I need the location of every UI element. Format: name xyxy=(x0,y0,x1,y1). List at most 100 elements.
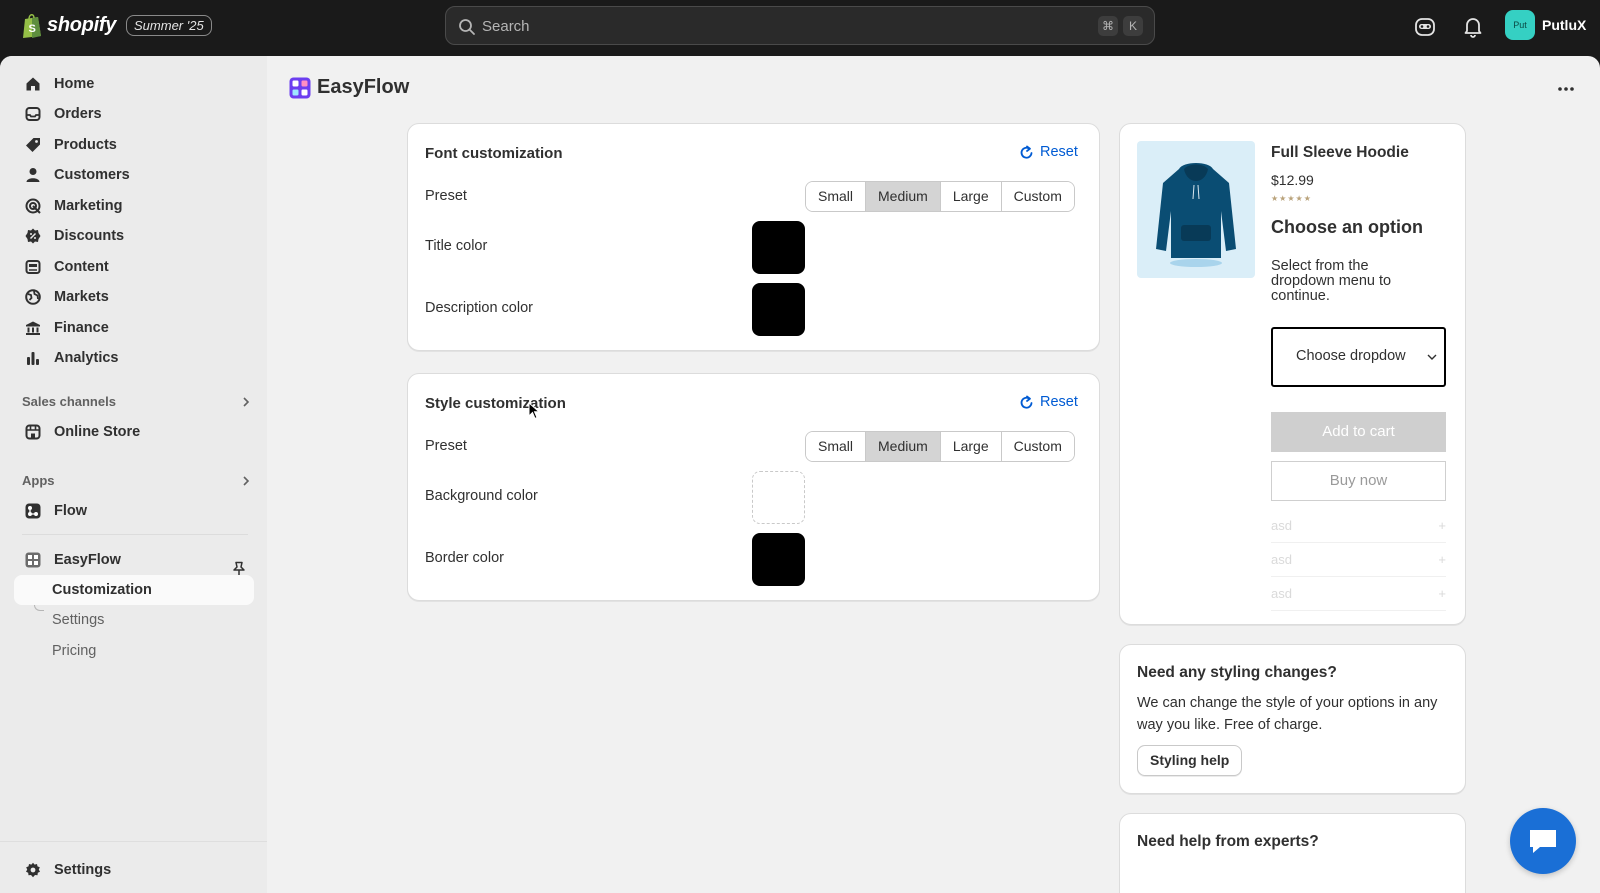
sidebar-item-easyflow[interactable]: EasyFlow xyxy=(14,545,254,575)
sales-channels-header[interactable]: Sales channels xyxy=(22,394,252,409)
user-name: PutluX xyxy=(1542,17,1587,33)
flow-app-icon xyxy=(24,502,42,520)
gear-icon xyxy=(24,861,42,879)
preset-label: Preset xyxy=(425,438,467,454)
mouse-cursor-icon xyxy=(528,402,540,420)
reset-label: Reset xyxy=(1040,394,1078,410)
top-bar: S shopify Summer '25 Search ⌘ K Put Putl… xyxy=(0,0,1600,56)
description-color-swatch[interactable] xyxy=(752,283,805,336)
user-menu[interactable]: Put PutluX xyxy=(1505,10,1586,40)
shopify-bag-icon: S xyxy=(23,14,41,38)
sidebar-item-customers[interactable]: Customers xyxy=(14,160,254,190)
accordion-label: asd xyxy=(1271,552,1292,567)
preset-medium-button[interactable]: Medium xyxy=(866,432,941,461)
admin-shell: Home Orders Products Customers Marketing… xyxy=(0,56,1600,893)
section-label: Apps xyxy=(22,473,55,488)
background-color-swatch[interactable] xyxy=(752,471,805,524)
border-color-swatch[interactable] xyxy=(752,533,805,586)
sidebar-item-settings-sub[interactable]: Settings xyxy=(14,605,254,635)
more-actions-icon[interactable] xyxy=(1557,86,1575,92)
sidebar-item-label: EasyFlow xyxy=(54,552,121,568)
title-color-swatch[interactable] xyxy=(752,221,805,274)
chevron-right-icon xyxy=(243,396,250,407)
search-icon xyxy=(459,19,475,35)
sidebar-item-flow[interactable]: Flow xyxy=(14,496,254,526)
sidebar-item-analytics[interactable]: Analytics xyxy=(14,343,254,373)
dropdown-value: Choose dropdown xyxy=(1296,348,1406,364)
preset-custom-button[interactable]: Custom xyxy=(1001,432,1074,461)
sidebar-item-online-store[interactable]: Online Store xyxy=(14,417,254,447)
edition-badge[interactable]: Summer '25 xyxy=(126,14,212,36)
svg-text:S: S xyxy=(29,23,36,35)
product-title: Full Sleeve Hoodie xyxy=(1271,144,1409,161)
globe-icon xyxy=(24,288,42,306)
chat-icon xyxy=(1530,830,1556,853)
bell-icon[interactable] xyxy=(1463,16,1483,38)
experts-title: Need help from experts? xyxy=(1137,833,1319,850)
preset-small-button[interactable]: Small xyxy=(806,182,867,211)
sidebar-item-label: Online Store xyxy=(54,424,141,440)
add-to-cart-button[interactable]: Add to cart xyxy=(1271,412,1446,452)
preset-large-button[interactable]: Large xyxy=(940,432,1002,461)
style-reset-button[interactable]: Reset xyxy=(1019,394,1078,410)
reset-label: Reset xyxy=(1040,144,1078,160)
preset-custom-button[interactable]: Custom xyxy=(1001,182,1074,211)
plus-icon: + xyxy=(1438,586,1446,601)
shortcut-k-key: K xyxy=(1123,16,1143,36)
accordion-row[interactable]: asd + xyxy=(1271,543,1446,577)
chat-button[interactable] xyxy=(1510,808,1576,874)
bank-icon xyxy=(24,319,42,337)
hoodie-image xyxy=(1156,163,1236,267)
option-description: Select from the dropdown menu to continu… xyxy=(1271,258,1392,304)
sidebar-item-discounts[interactable]: Discounts xyxy=(14,221,254,251)
section-label: Sales channels xyxy=(22,394,116,409)
option-dropdown[interactable]: Choose dropdown xyxy=(1271,327,1446,387)
font-customization-card: Font customization Reset Preset Small Me… xyxy=(407,123,1100,351)
preset-small-button[interactable]: Small xyxy=(806,432,867,461)
accordion-row[interactable]: asd + xyxy=(1271,577,1446,611)
preset-large-button[interactable]: Large xyxy=(940,182,1002,211)
plus-icon: + xyxy=(1438,552,1446,567)
shortcut-cmd-key: ⌘ xyxy=(1098,16,1118,36)
buy-now-button[interactable]: Buy now xyxy=(1271,461,1446,501)
sidebar-item-orders[interactable]: Orders xyxy=(14,99,254,129)
apps-header[interactable]: Apps xyxy=(22,473,252,488)
sidebar-item-label: Products xyxy=(54,137,117,153)
sidebar-item-label: Marketing xyxy=(54,198,123,214)
help-title: Need any styling changes? xyxy=(1137,664,1337,681)
orders-icon xyxy=(24,105,42,123)
content-icon xyxy=(24,258,42,276)
sidebar-item-label: Analytics xyxy=(54,350,119,366)
sidebar-item-home[interactable]: Home xyxy=(14,69,254,99)
sidebar-item-label: Content xyxy=(54,259,109,275)
discount-icon xyxy=(24,227,42,245)
sidekick-icon[interactable] xyxy=(1414,16,1436,38)
font-preset-selector: Small Medium Large Custom xyxy=(805,181,1075,212)
shopify-logo[interactable]: S shopify Summer '25 xyxy=(22,12,212,38)
search-bar[interactable]: Search ⌘ K xyxy=(445,6,1155,45)
avatar: Put xyxy=(1505,10,1535,40)
sidebar-divider xyxy=(22,534,248,535)
sidebar-item-settings[interactable]: Settings xyxy=(14,855,254,885)
preset-label: Preset xyxy=(425,188,467,204)
sidebar-item-label: Finance xyxy=(54,320,109,336)
accordion-row[interactable]: asd + xyxy=(1271,509,1446,543)
product-image xyxy=(1137,141,1255,278)
sidebar-item-content[interactable]: Content xyxy=(14,252,254,282)
style-preset-selector: Small Medium Large Custom xyxy=(805,431,1075,462)
sidebar-item-pricing[interactable]: Pricing xyxy=(14,636,254,666)
preset-medium-button[interactable]: Medium xyxy=(866,182,941,211)
experts-help-card: Need help from experts? xyxy=(1119,813,1466,893)
sidebar-item-products[interactable]: Products xyxy=(14,130,254,160)
sidebar-item-finance[interactable]: Finance xyxy=(14,313,254,343)
sidebar-item-marketing[interactable]: Marketing xyxy=(14,191,254,221)
plus-icon: + xyxy=(1438,518,1446,533)
reset-icon xyxy=(1020,395,1033,409)
sidebar-item-customization[interactable]: Customization xyxy=(14,575,254,605)
sidebar-item-markets[interactable]: Markets xyxy=(14,282,254,312)
sidebar-item-label: Customization xyxy=(52,582,152,598)
styling-help-button[interactable]: Styling help xyxy=(1137,745,1243,776)
search-placeholder: Search xyxy=(482,18,530,35)
font-reset-button[interactable]: Reset xyxy=(1019,144,1078,160)
option-heading: Choose an option xyxy=(1271,217,1423,237)
